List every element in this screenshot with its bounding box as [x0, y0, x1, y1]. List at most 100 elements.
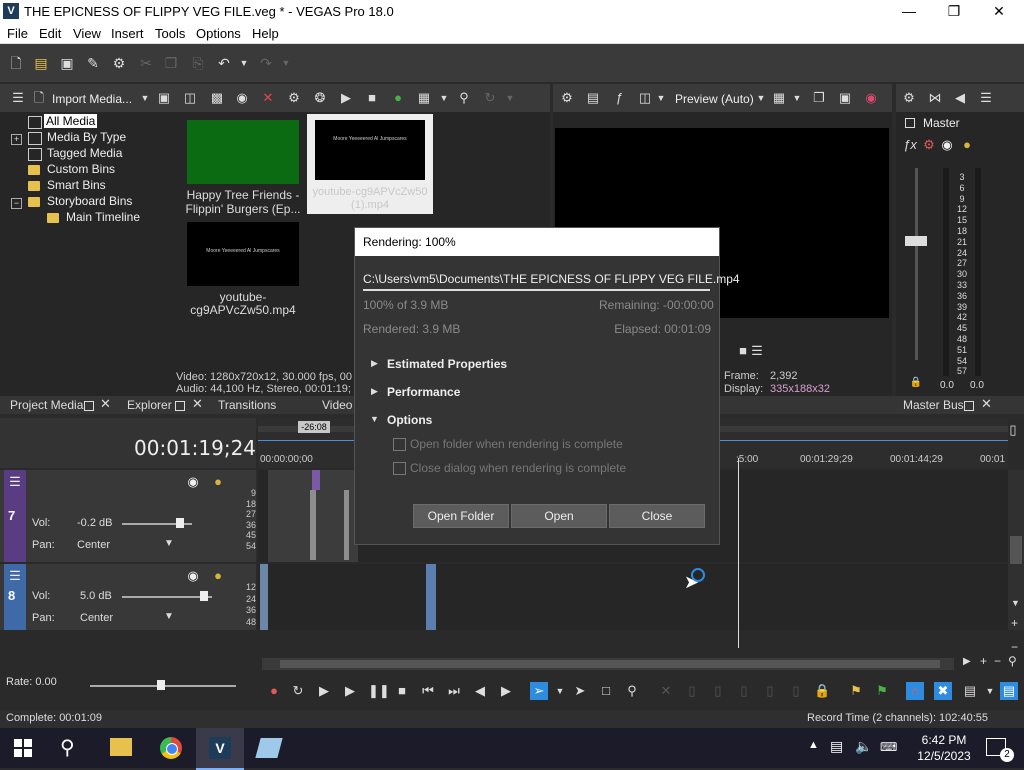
undo-icon[interactable]: ↶: [216, 55, 232, 71]
master-checkbox[interactable]: [905, 118, 915, 128]
save-icon[interactable]: ▣: [59, 55, 75, 71]
play-from-start-icon[interactable]: ▶: [316, 683, 332, 699]
import-media-icon[interactable]: 🗋: [31, 90, 47, 106]
lock-envelopes-icon[interactable]: ▤: [1000, 682, 1018, 700]
properties-gear-icon[interactable]: ⚙: [111, 55, 127, 71]
pan-slider-handle[interactable]: ▼: [164, 538, 174, 549]
network-icon[interactable]: ▤: [830, 738, 843, 755]
minimize-button[interactable]: —: [886, 0, 932, 23]
overlays-dropdown-icon[interactable]: ▼: [789, 90, 805, 106]
audio-clip[interactable]: [426, 564, 436, 630]
copy-icon[interactable]: ❐: [163, 55, 179, 71]
section-performance[interactable]: Performance: [387, 385, 460, 399]
tab-master-bus[interactable]: Master Bus: [903, 398, 964, 412]
redo-icon[interactable]: ↷: [258, 55, 274, 71]
next-frame-icon[interactable]: ▶: [498, 683, 514, 699]
solo-icon[interactable]: ●: [210, 568, 226, 584]
close-dialog-checkbox[interactable]: [393, 462, 406, 475]
menu-insert[interactable]: Insert: [111, 26, 144, 41]
rate-slider-handle[interactable]: [157, 680, 165, 690]
save-snapshot-icon[interactable]: ▣: [837, 90, 853, 106]
track-menu-icon[interactable]: ☰: [7, 568, 23, 584]
scroll-down-icon[interactable]: ▼: [1011, 598, 1020, 608]
redo-dropdown-icon[interactable]: ▼: [278, 55, 294, 71]
master-properties-icon[interactable]: ⚙: [901, 90, 917, 106]
ignore-grouping-icon[interactable]: ▯: [788, 683, 804, 699]
windows-start-icon[interactable]: [14, 739, 32, 757]
marker-label[interactable]: -26:08: [298, 421, 330, 433]
expand-arrow-icon[interactable]: ▶: [371, 358, 378, 369]
pause-icon[interactable]: ❚❚: [368, 683, 390, 699]
tab-project-media[interactable]: Project Media: [10, 398, 83, 412]
expand-icon[interactable]: +: [11, 134, 22, 145]
show-hidden-icons[interactable]: ▲: [808, 739, 819, 751]
undo-dropdown-icon[interactable]: ▼: [236, 55, 252, 71]
vegas-taskbar-item[interactable]: V: [196, 728, 244, 770]
open-button[interactable]: Open: [511, 504, 607, 528]
paste-icon[interactable]: ⎘: [190, 55, 206, 71]
ripple-edit-icon[interactable]: ▤: [962, 683, 978, 699]
cut-icon[interactable]: ✂: [138, 55, 154, 71]
preview-quality-dropdown-icon[interactable]: ▼: [753, 90, 769, 106]
volume-slider-handle[interactable]: [176, 518, 184, 528]
go-to-end-icon[interactable]: ⏭: [446, 683, 462, 699]
video-fx-icon[interactable]: ƒ: [611, 90, 627, 106]
menu-edit[interactable]: Edit: [39, 26, 61, 41]
split-icon[interactable]: ▯: [762, 683, 778, 699]
refresh-dropdown-icon[interactable]: ▼: [502, 90, 518, 106]
keyboard-icon[interactable]: ⌨: [880, 740, 897, 754]
tab-explorer[interactable]: Explorer: [127, 398, 172, 412]
downmix-icon[interactable]: ⋈: [927, 90, 943, 106]
loop-icon[interactable]: ↻: [290, 683, 306, 699]
close-button[interactable]: Close: [609, 504, 705, 528]
speaker-icon[interactable]: ◀: [952, 90, 968, 106]
media-fx-icon[interactable]: ❂: [312, 90, 328, 106]
search-icon[interactable]: ⚲: [456, 90, 472, 106]
web-icon[interactable]: ◉: [234, 90, 250, 106]
file-explorer-icon[interactable]: [110, 738, 132, 756]
fx-chain-icon[interactable]: ⚙: [921, 137, 937, 153]
horizontal-scrollbar[interactable]: [262, 658, 954, 670]
scroll-right-icon[interactable]: ▶: [963, 656, 971, 667]
get-photos-icon[interactable]: ▩: [209, 90, 225, 106]
import-media-button[interactable]: Import Media...: [52, 92, 132, 106]
zoom-out-icon[interactable]: −: [1011, 640, 1018, 654]
views-dropdown-icon[interactable]: ▼: [436, 90, 452, 106]
views-icon[interactable]: ▦: [416, 90, 432, 106]
open-folder-icon[interactable]: ▤: [33, 55, 49, 71]
trim-icon[interactable]: ▯: [684, 683, 700, 699]
capture-icon[interactable]: ▣: [156, 90, 172, 106]
media-thumbnail[interactable]: Moore Yeeeeered Al Jumpscares: [187, 222, 299, 286]
close-tab-icon[interactable]: ✕: [100, 396, 111, 412]
preview-properties-icon[interactable]: ⚙: [559, 90, 575, 106]
mute-icon[interactable]: ◉: [185, 568, 201, 584]
master-fader-handle[interactable]: [905, 236, 927, 246]
remove-media-icon[interactable]: ✕: [260, 90, 276, 106]
h-zoom-in-icon[interactable]: +: [980, 654, 987, 668]
close-window-button[interactable]: ✕: [976, 0, 1022, 23]
chrome-icon[interactable]: [160, 737, 182, 759]
save-as-icon[interactable]: ✎: [85, 55, 101, 71]
track-header[interactable]: ☰ 7 ◉ ● Vol: -0.2 dB Pan: Center ▼: [0, 470, 256, 562]
scrollbar-thumb[interactable]: [1010, 536, 1022, 564]
menu-file[interactable]: File: [7, 26, 28, 41]
scrollbar-thumb[interactable]: [280, 660, 940, 668]
selected-media-item[interactable]: Moore Yeeeeered Al Jumpscares youtube-cg…: [307, 114, 433, 214]
maximize-tab-icon[interactable]: [964, 401, 974, 411]
collapse-arrow-icon[interactable]: ▼: [370, 414, 379, 424]
h-zoom-search-icon[interactable]: ⚲: [1008, 654, 1017, 668]
volume-slider-handle[interactable]: [200, 591, 208, 601]
vertical-scrollbar[interactable]: ▼ +: [1008, 470, 1024, 630]
section-estimated-properties[interactable]: Estimated Properties: [387, 357, 507, 371]
menu-icon[interactable]: ☰: [749, 343, 765, 359]
menu-help[interactable]: Help: [252, 26, 279, 41]
stop-icon[interactable]: ■: [394, 683, 410, 699]
solo-icon[interactable]: ●: [210, 474, 226, 490]
insert-region-icon[interactable]: ⚑: [874, 683, 890, 699]
mixer-icon[interactable]: ☰: [978, 90, 994, 106]
prev-frame-icon[interactable]: ◀: [472, 683, 488, 699]
maximize-button[interactable]: ❐: [931, 0, 977, 23]
taskbar-clock[interactable]: 6:42 PM: [916, 733, 972, 747]
lock-icon[interactable]: 🔒: [814, 683, 830, 699]
playhead[interactable]: [738, 458, 739, 648]
